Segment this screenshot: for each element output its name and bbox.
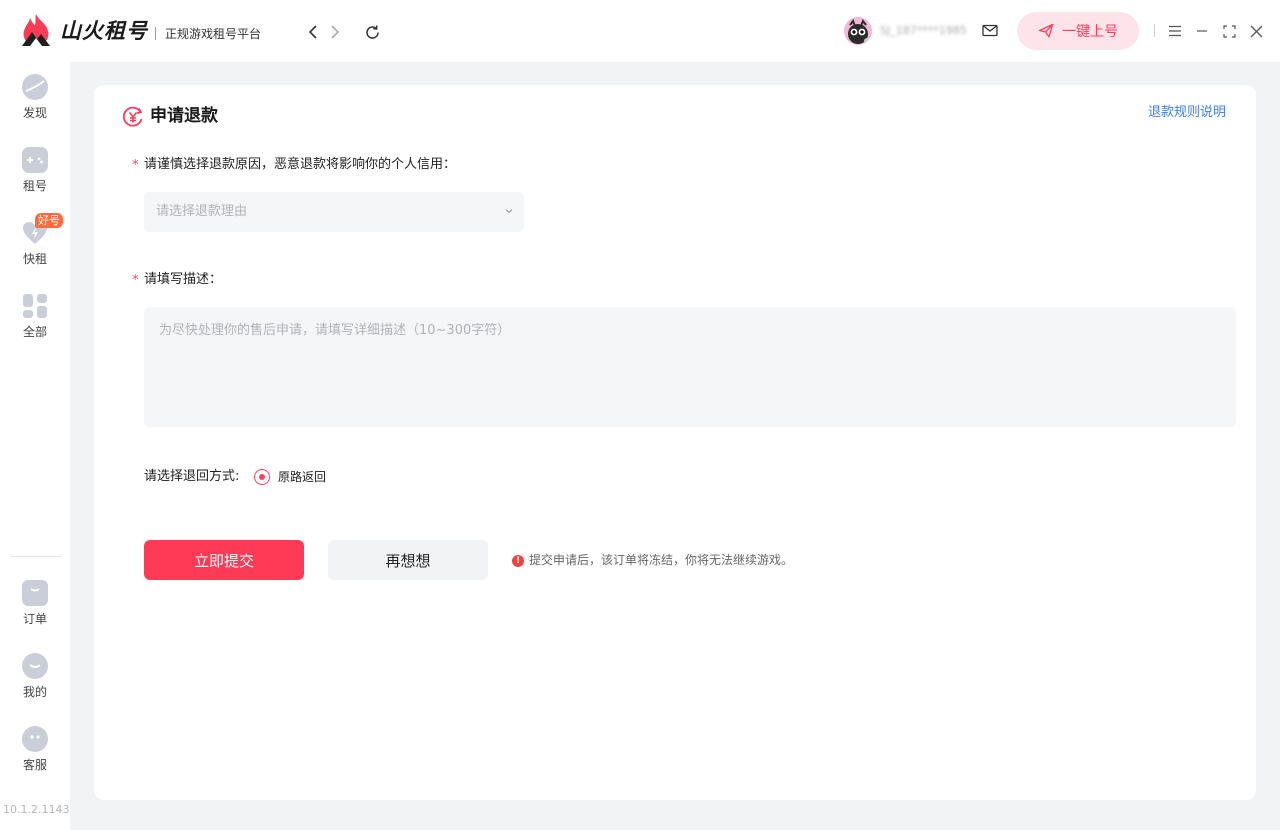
sidebar-item-rent[interactable]: 租号 [0, 147, 70, 211]
sidebar-item-label: 快租 [22, 252, 47, 266]
sidebar-item-mine[interactable]: 我的 [0, 653, 70, 717]
mail-icon [982, 24, 998, 37]
username[interactable]: SJ_187****1985 [880, 23, 967, 39]
refresh-icon [365, 24, 379, 39]
description-textarea[interactable] [144, 307, 1236, 427]
sidebar-item-quick-rent[interactable]: 快租 [0, 220, 70, 284]
maximize-button[interactable] [1220, 22, 1238, 40]
title-bar: 山火租号 正规游戏租号平台 SJ_187****1985 一键上号 [0, 0, 1280, 62]
reconsider-button[interactable]: 再想想 [328, 540, 488, 580]
brand-divider [155, 27, 156, 40]
refresh-button[interactable] [362, 22, 382, 42]
minimize-button[interactable] [1193, 22, 1211, 40]
sidebar-divider [10, 556, 62, 557]
warning-text: 提交申请后，该订单将冻结，你将无法继续游戏。 [529, 553, 794, 567]
chevron-left-icon [308, 25, 317, 39]
brand-name: 山火租号 [60, 19, 148, 43]
sidebar-item-label: 发现 [22, 106, 47, 120]
chevron-down-icon [505, 209, 513, 214]
select-placeholder: 请选择退款理由 [156, 204, 248, 219]
reason-label: 请谨慎选择退款原因，恶意退款将影响你的个人信用： [144, 157, 457, 172]
refund-card: 申请退款 退款规则说明 * 请谨慎选择退款原因，恶意退款将影响你的个人信用： 请… [94, 85, 1256, 800]
back-button[interactable] [303, 22, 323, 42]
flame-logo-icon [22, 14, 50, 46]
sidebar-item-service[interactable]: 客服 [0, 726, 70, 790]
hot-badge: 好号 [35, 213, 63, 228]
sidebar-item-label: 订单 [22, 612, 47, 626]
required-mark: * [132, 273, 139, 288]
required-mark: * [132, 158, 139, 173]
refund-yen-icon [122, 106, 143, 127]
sidebar: 发现 租号 快租 好号 全部 订单 我的 客服 10.1.2.1143 [0, 62, 70, 830]
close-icon [1250, 25, 1262, 37]
main-content: 申请退款 退款规则说明 * 请谨慎选择退款原因，恶意退款将影响你的个人信用： 请… [70, 62, 1280, 830]
paper-plane-icon [1038, 23, 1054, 38]
sidebar-item-orders[interactable]: 订单 [0, 580, 70, 644]
service-icon [22, 726, 48, 752]
submit-button[interactable]: 立即提交 [144, 540, 304, 580]
sidebar-item-label: 客服 [22, 758, 47, 772]
refund-reason-select[interactable]: 请选择退款理由 [144, 192, 524, 232]
close-button[interactable] [1247, 22, 1265, 40]
avatar-icon [848, 18, 870, 44]
planet-icon [22, 74, 48, 100]
menu-icon [1169, 25, 1181, 37]
minimize-icon [1197, 30, 1207, 32]
warning-icon: ! [512, 555, 524, 567]
sidebar-item-discover[interactable]: 发现 [0, 74, 70, 138]
chevron-right-icon [331, 25, 340, 39]
quick-login-label: 一键上号 [1062, 24, 1118, 40]
app-version: 10.1.2.1143 [3, 803, 70, 816]
sidebar-item-label: 租号 [22, 179, 47, 193]
refund-rules-link[interactable]: 退款规则说明 [1148, 104, 1226, 122]
sidebar-item-label: 全部 [22, 325, 47, 339]
brand-slogan: 正规游戏租号平台 [165, 27, 262, 41]
page-title: 申请退款 [150, 106, 218, 126]
order-icon [22, 580, 48, 606]
gamepad-icon [22, 147, 48, 173]
maximize-icon [1222, 24, 1236, 38]
return-method-label: 请选择退回方式: [144, 469, 240, 484]
description-label: 请填写描述： [144, 272, 223, 287]
original-route-label[interactable]: 原路返回 [278, 469, 326, 485]
quick-login-button[interactable]: 一键上号 [1017, 12, 1139, 50]
menu-button[interactable] [1166, 22, 1184, 40]
window-controls-divider [1154, 24, 1155, 37]
smile-icon [22, 653, 48, 679]
forward-button[interactable] [325, 22, 345, 42]
original-route-radio[interactable] [254, 469, 270, 485]
grid-icon [22, 293, 48, 319]
sidebar-item-label: 我的 [22, 685, 47, 699]
mail-button[interactable] [980, 21, 1000, 41]
user-avatar[interactable] [844, 17, 872, 45]
sidebar-item-all[interactable]: 全部 [0, 293, 70, 357]
